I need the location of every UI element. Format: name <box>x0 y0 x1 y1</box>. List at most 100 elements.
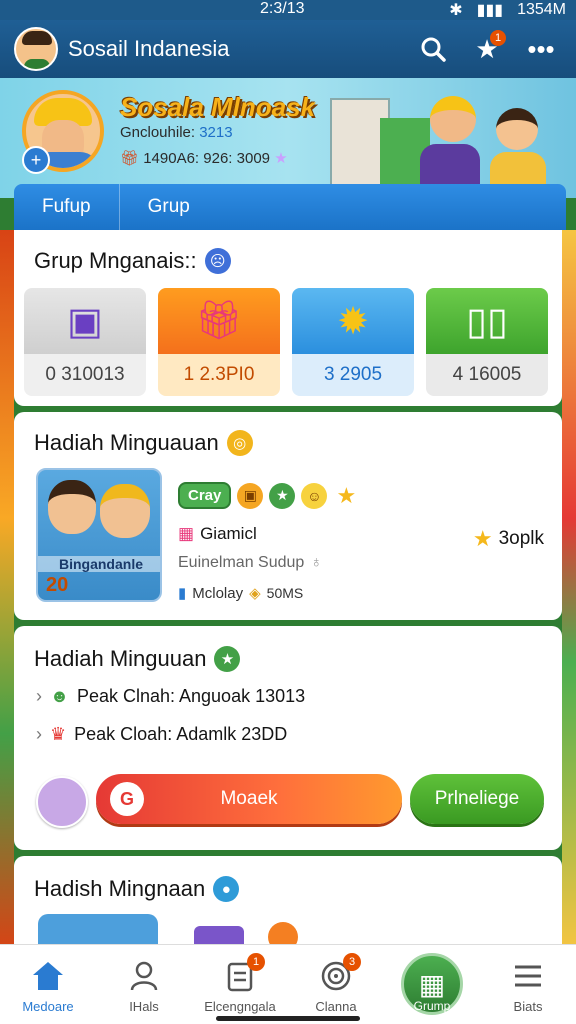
smiley-icon: ☺ <box>301 482 328 509</box>
group-tile[interactable]: ✹ 3 2905 <box>292 288 414 396</box>
group-tiles: ▣ 0 310013 🎁︎ 1 2.3PI0 ✹ 3 2905 ▯▯ 4 160… <box>24 288 548 396</box>
weekly-reward-card: Hadiah Minguauan ◎ Bingandanle 20 Cray ▣… <box>14 412 562 620</box>
main-action-button[interactable]: G Moaek <box>96 774 402 824</box>
star-badge-icon: ★ <box>269 482 296 509</box>
box-icon: ▣ <box>237 482 264 509</box>
group-tile-value: 3 2905 <box>292 354 414 396</box>
swirl-icon: G <box>110 782 144 816</box>
next-card-title: Hadish Mingnaan ● <box>34 876 240 902</box>
group-tile[interactable]: 🎁︎ 1 2.3PI0 <box>158 288 280 396</box>
chevron-right-icon: › <box>36 724 42 744</box>
coin-icon: ◎ <box>226 430 253 456</box>
group-characters-illustration <box>410 78 576 212</box>
people-icon: ☻ <box>50 686 69 706</box>
nav-label: Clanna <box>315 999 357 1014</box>
favorites-star-icon[interactable]: ★ 1 <box>466 28 508 70</box>
group-tile[interactable]: ▣ 0 310013 <box>24 288 146 396</box>
star-icon: ★ <box>336 482 357 508</box>
home-icon <box>29 957 67 995</box>
ball-icon: ● <box>213 876 240 902</box>
group-tile[interactable]: ▯▯ 4 16005 <box>426 288 548 396</box>
status-bar: 2:3/13 ✱ ▮▮▮ 1354M <box>0 0 576 20</box>
search-icon[interactable] <box>412 28 454 70</box>
present-icon: 🎁︎ <box>158 288 280 354</box>
star-icon: ★ <box>472 526 493 551</box>
user-avatar[interactable] <box>36 776 88 828</box>
reward-image-number: 20 <box>46 574 69 596</box>
profile-points-row: 🎁︎ 1490A6: 926: 3009 ★ <box>120 149 288 167</box>
coins-icon: ◈ <box>249 585 261 602</box>
list-item[interactable]: › ♛ Peak Cloah: Adamlk 23DD <box>36 724 287 745</box>
clipboard-icon: 1 <box>221 953 265 995</box>
nav-home[interactable]: Medoare <box>0 945 96 1024</box>
nav-grump[interactable]: ▦ Grump <box>384 945 480 1024</box>
nav-biats[interactable]: Biats <box>480 945 576 1024</box>
card-title-text: Grup Mnganais:: <box>34 248 197 273</box>
star-badge: 1 <box>490 30 506 46</box>
card-title-text: Hadish Mingnaan <box>34 876 206 901</box>
reward-name: Giamicl <box>200 524 257 543</box>
main-action-label: Moaek <box>220 788 278 809</box>
star-badge-icon: ★ <box>214 646 241 672</box>
card-title-text: Hadiah Minguuan <box>34 646 207 671</box>
profile-stat-value: 3213 <box>199 124 233 141</box>
group-tile-value: 0 310013 <box>24 354 146 396</box>
add-profile-icon[interactable]: + <box>22 146 50 174</box>
group-tile-value: 4 16005 <box>426 354 548 396</box>
privilege-label: Prlneliege <box>434 788 520 809</box>
nav-label: Elcengngala <box>204 999 276 1014</box>
trophy-icon: ♛ <box>50 724 67 744</box>
reward-points-value: 3oplk <box>498 528 544 549</box>
app-logo-avatar[interactable] <box>14 27 58 71</box>
menu-icon <box>509 957 547 995</box>
tab-bar: Fufup Grup <box>14 184 566 230</box>
nav-ihals[interactable]: IHals <box>96 945 192 1024</box>
tab-fufup[interactable]: Fufup <box>14 184 119 230</box>
target-icon: 3 <box>317 953 361 995</box>
status-right: 1354M <box>517 1 566 18</box>
peak-card: Hadiah Minguuan ★ › ☻ Peak Clnah: Anguoa… <box>14 626 562 850</box>
groups-card-title: Grup Mnganais:: ☹ <box>34 248 231 274</box>
peak-card-title: Hadiah Minguuan ★ <box>34 646 241 672</box>
reward-small-label: Mclolay <box>192 584 244 602</box>
reward-small-value: 50MS <box>266 585 304 601</box>
profile-points: 1490A6: 926: 3009 <box>143 150 271 167</box>
nav-label: Grump <box>413 999 451 1013</box>
bottom-navigation: Medoare IHals 1 Elcengngala 3 Clanna ▦ G… <box>0 944 576 1024</box>
nav-elcengngala[interactable]: 1 Elcengngala <box>192 945 288 1024</box>
reward-image[interactable]: Bingandanle 20 <box>36 468 162 602</box>
weekly-card-title: Hadiah Minguauan ◎ <box>34 430 253 456</box>
more-options-icon[interactable]: ••• <box>520 28 562 70</box>
group-tile-value: 1 2.3PI0 <box>158 354 280 396</box>
chevron-right-icon: › <box>36 686 42 706</box>
coin-mascot-icon: ✹ <box>292 288 414 354</box>
profile-stat-row: Gnclouhile: 3213 <box>120 124 233 141</box>
reward-small-row: ▮ Mclolay ◈ 50MS <box>178 584 304 603</box>
reward-subtitle: Euinelman Sudup <box>178 554 305 571</box>
list-item[interactable]: › ☻ Peak Clnah: Anguoak 13013 <box>36 686 305 707</box>
profile-stat-label: Gnclouhile: <box>120 124 196 141</box>
nav-label: Medoare <box>22 999 74 1014</box>
app-bar: Sosail Indanesia ★ 1 ••• <box>0 20 576 78</box>
lightbulb-icon: ♁ <box>310 554 323 571</box>
card-title-text: Hadiah Minguauan <box>34 430 219 455</box>
groups-card: Grup Mnganais:: ☹ ▣ 0 310013 🎁︎ 1 2.3PI0… <box>14 230 562 406</box>
privilege-button[interactable]: Prlneliege <box>410 774 544 824</box>
nav-label: IHals <box>129 999 159 1014</box>
app-title: Sosail Indanesia <box>68 36 230 61</box>
gift-icon: ▦ <box>178 524 195 543</box>
sad-face-icon: ☹ <box>204 248 231 274</box>
door-icon: ▯▯ <box>426 288 548 354</box>
reward-image-label: Bingandanle <box>38 556 160 572</box>
gift-icon: 🎁︎ <box>120 150 140 167</box>
reward-subtitle-row: Euinelman Sudup ♁ <box>178 554 322 572</box>
nav-label: Biats <box>513 999 543 1014</box>
reward-chip[interactable]: Cray <box>178 482 232 509</box>
gift-box-icon: ▣ <box>24 288 146 354</box>
nav-clanna[interactable]: 3 Clanna <box>288 945 384 1024</box>
status-time: 2:3/13 <box>260 0 305 17</box>
reward-points: ★ 3oplk <box>473 526 544 552</box>
signal-icon: ▮▮▮ <box>476 2 504 19</box>
nav-badge: 3 <box>343 953 361 971</box>
tab-grup[interactable]: Grup <box>118 184 218 230</box>
